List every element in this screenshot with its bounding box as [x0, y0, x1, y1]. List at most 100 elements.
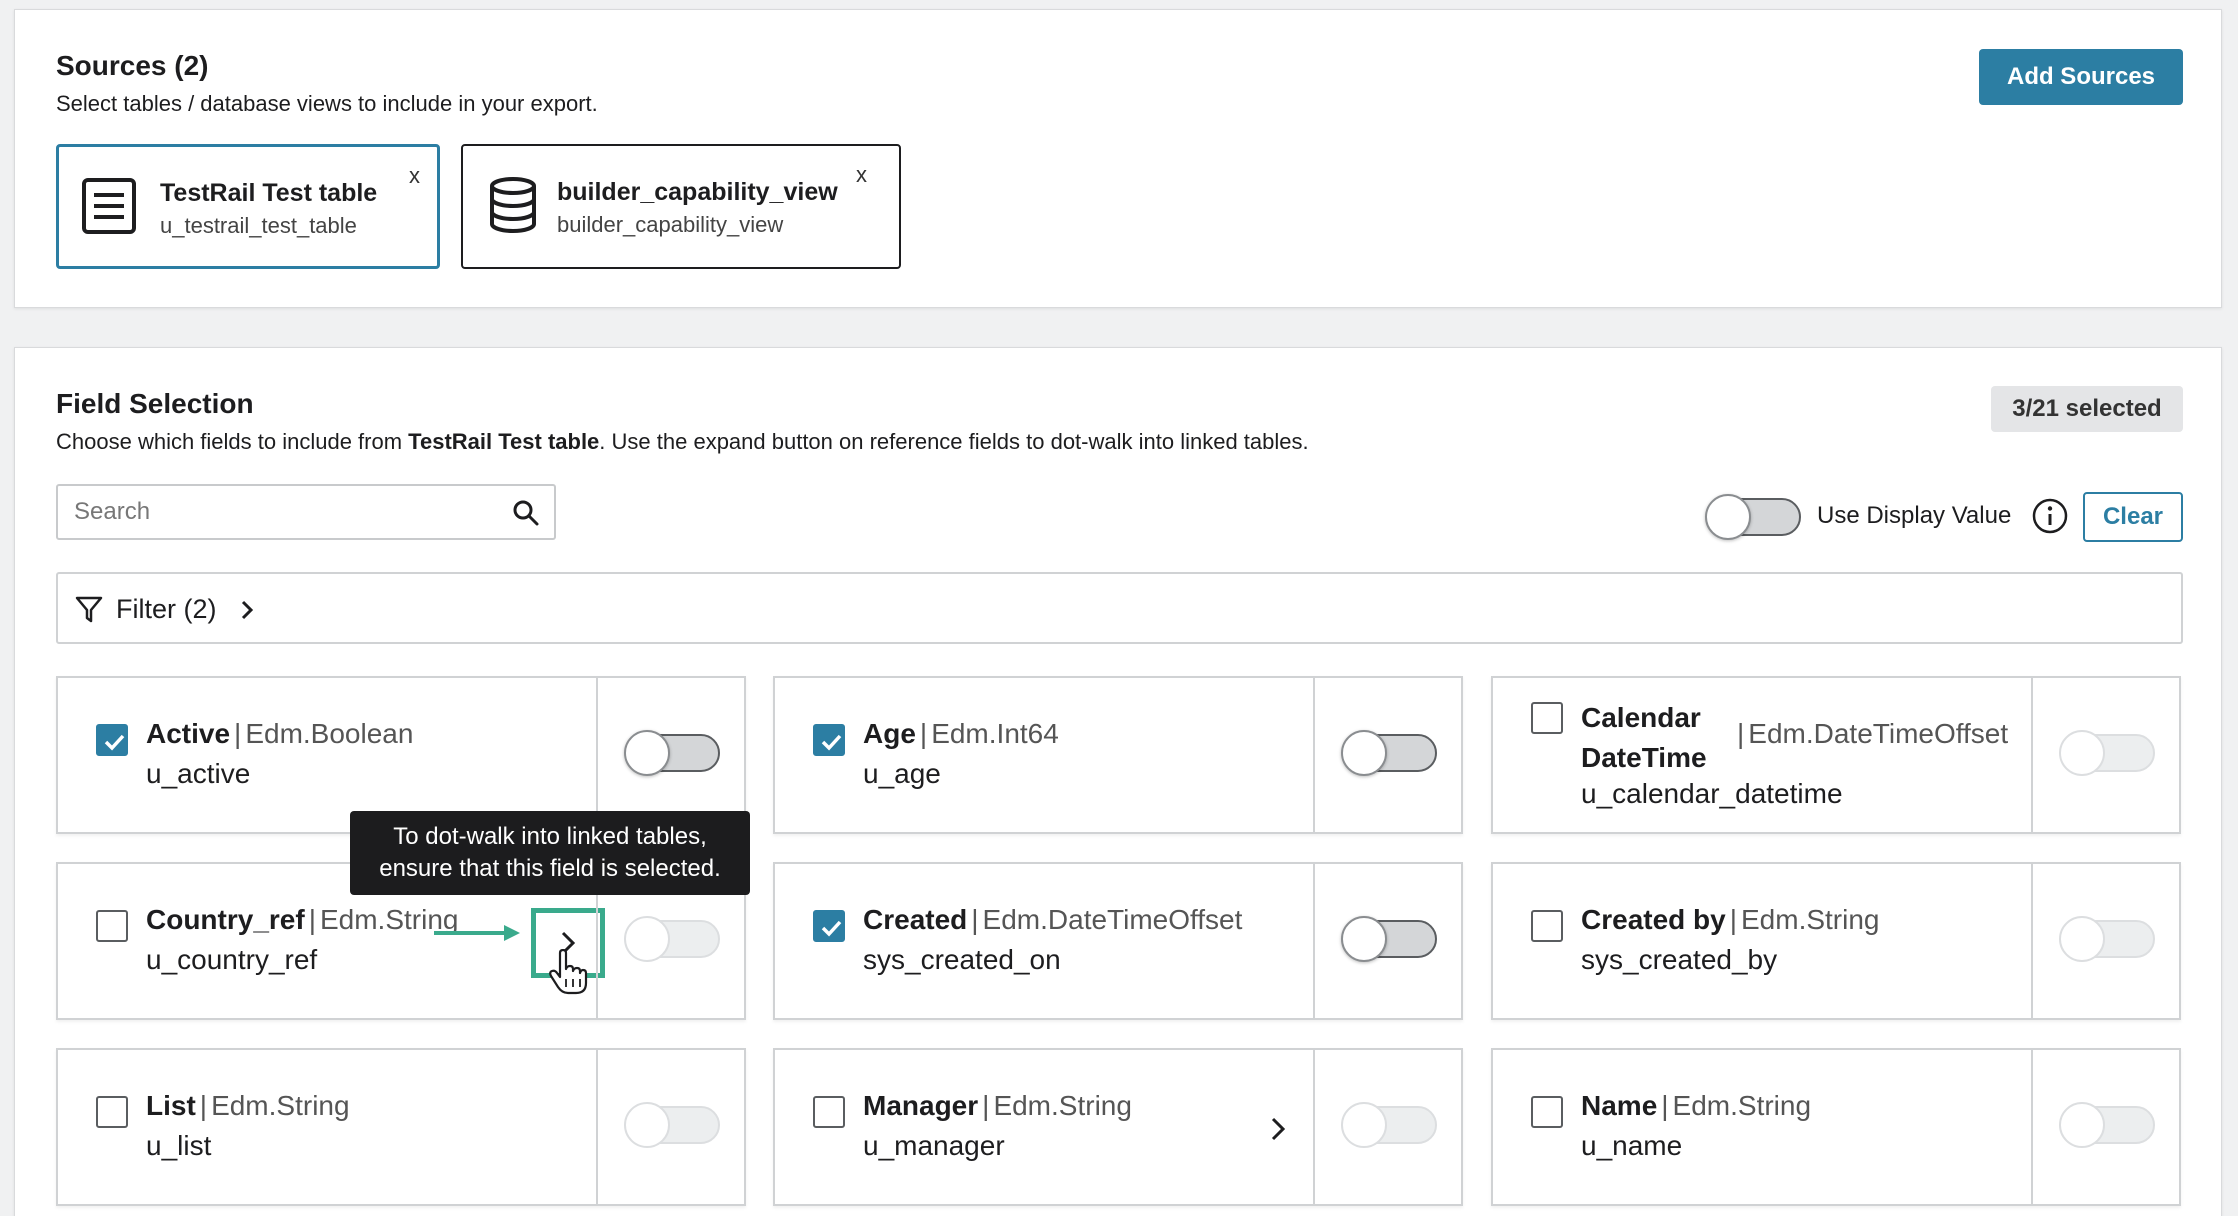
- field-checkbox[interactable]: [1531, 910, 1563, 942]
- filter-icon: [75, 596, 103, 623]
- clear-button[interactable]: Clear: [2083, 492, 2183, 542]
- field-label: List: [146, 1090, 196, 1121]
- field-card-list: List | Edm.String u_list: [56, 1048, 746, 1206]
- field-type: Edm.Boolean: [245, 718, 414, 749]
- field-name: u_calendar_datetime: [1581, 778, 1843, 809]
- toggle-knob: [624, 730, 670, 776]
- toggle-knob: [1705, 494, 1751, 540]
- field-checkbox[interactable]: [813, 724, 845, 756]
- source-card-builder[interactable]: builder_capability_view builder_capabili…: [461, 144, 901, 269]
- filter-bar[interactable]: Filter (2): [56, 572, 2183, 644]
- search-box: [56, 484, 556, 540]
- card-divider: [2031, 678, 2033, 832]
- field-checkbox[interactable]: [96, 1096, 128, 1128]
- field-name: sys_created_by: [1581, 944, 1778, 975]
- display-value-toggle[interactable]: [624, 730, 720, 776]
- field-label: Created: [863, 904, 968, 935]
- field-checkbox[interactable]: [96, 910, 128, 942]
- card-divider: [1313, 678, 1315, 832]
- field-name: u_country_ref: [146, 944, 318, 975]
- field-label: Name: [1581, 1090, 1658, 1121]
- field-type: Edm.DateTimeOffset: [982, 904, 1243, 935]
- toggle-knob: [1341, 730, 1387, 776]
- card-divider: [1313, 1050, 1315, 1204]
- source-name: TestRail Test table: [160, 179, 378, 207]
- field-label: Active: [146, 718, 231, 749]
- database-icon: [490, 177, 536, 233]
- field-card-created-by: Created by | Edm.String sys_created_by: [1491, 862, 2181, 1020]
- field-title: Active | Edm.Boolean: [146, 718, 413, 750]
- display-value-toggle[interactable]: [1341, 1102, 1437, 1148]
- field-name: u_active: [146, 758, 251, 789]
- source-table-name: builder_capability_view: [557, 212, 784, 237]
- dot-walk-tooltip: To dot-walk into linked tables, ensure t…: [350, 811, 750, 895]
- field-checkbox[interactable]: [96, 724, 128, 756]
- toggle-knob: [2059, 730, 2105, 776]
- remove-source-button[interactable]: x: [409, 163, 420, 189]
- field-checkbox[interactable]: [813, 1096, 845, 1128]
- field-label: Created by: [1581, 904, 1726, 935]
- field-type: Edm.Int64: [931, 718, 1059, 749]
- toggle-knob: [1341, 916, 1387, 962]
- field-name: sys_created_on: [863, 944, 1061, 975]
- field-card-created: Created | Edm.DateTimeOffset sys_created_o…: [773, 862, 1463, 1020]
- field-selection-panel: Field Selection Choose which fields to i…: [14, 347, 2222, 1216]
- description-text: . Use the expand button on reference fie…: [599, 429, 1309, 454]
- card-divider: [596, 1050, 598, 1204]
- use-display-value-label: Use Display Value: [1817, 502, 2012, 529]
- field-type-wrap: | Edm.DateTimeOffset: [1733, 718, 2008, 750]
- field-name: u_manager: [863, 1130, 1005, 1161]
- tooltip-line: ensure that this field is selected.: [379, 855, 721, 882]
- display-value-toggle[interactable]: [2059, 916, 2155, 962]
- display-value-toggle[interactable]: [2059, 1102, 2155, 1148]
- field-card-calendar-datetime: Calendar DateTime | Edm.DateTimeOffset u_…: [1491, 676, 2181, 834]
- field-checkbox[interactable]: [813, 910, 845, 942]
- display-value-toggle[interactable]: [624, 1102, 720, 1148]
- field-card-manager: Manager | Edm.String u_manager: [773, 1048, 1463, 1206]
- field-label: Manager: [863, 1090, 979, 1121]
- field-checkbox[interactable]: [1531, 1096, 1563, 1128]
- table-icon: [82, 178, 136, 234]
- field-label: Age: [863, 718, 916, 749]
- field-name: u_age: [863, 758, 941, 789]
- info-icon[interactable]: [2031, 497, 2069, 535]
- field-name: u_name: [1581, 1130, 1683, 1161]
- toggle-knob: [2059, 916, 2105, 962]
- remove-source-button[interactable]: x: [856, 162, 867, 188]
- field-label: Country_ref: [146, 904, 305, 935]
- field-title: Country_ref | Edm.String: [146, 904, 458, 936]
- toggle-knob: [1341, 1102, 1387, 1148]
- search-input[interactable]: [74, 498, 504, 526]
- field-label: Calendar DateTime: [1581, 698, 1707, 778]
- use-display-value-toggle[interactable]: [1705, 494, 1801, 540]
- display-value-toggle[interactable]: [624, 916, 720, 962]
- toggle-knob: [624, 1102, 670, 1148]
- field-selection-title: Field Selection: [56, 388, 254, 419]
- field-type: Edm.DateTimeOffset: [1748, 718, 2009, 749]
- field-separator: |: [971, 904, 979, 935]
- field-checkbox[interactable]: [1531, 702, 1563, 734]
- display-value-toggle[interactable]: [1341, 916, 1437, 962]
- check-icon: [821, 734, 842, 751]
- field-separator: |: [982, 1090, 990, 1121]
- field-title: Name | Edm.String: [1581, 1090, 1811, 1122]
- field-title: Manager | Edm.String: [863, 1090, 1132, 1122]
- chevron-right-icon: [241, 600, 254, 620]
- field-separator: |: [308, 904, 316, 935]
- field-label-line: DateTime: [1581, 742, 1707, 773]
- toggle-knob: [2059, 1102, 2105, 1148]
- expand-chevron-icon[interactable]: [1267, 1114, 1289, 1144]
- add-sources-button[interactable]: Add Sources: [1979, 49, 2183, 105]
- check-icon: [821, 920, 842, 937]
- display-value-toggle[interactable]: [2059, 730, 2155, 776]
- field-separator: |: [1729, 904, 1737, 935]
- source-card-testrail[interactable]: TestRail Test table u_testrail_test_tabl…: [56, 144, 440, 269]
- toggle-knob: [624, 916, 670, 962]
- hand-cursor-icon: [549, 949, 588, 995]
- field-card-name: Name | Edm.String u_name: [1491, 1048, 2181, 1206]
- selected-count-badge: 3/21 selected: [1991, 386, 2183, 432]
- field-separator: |: [1737, 718, 1745, 749]
- search-icon[interactable]: [512, 499, 540, 527]
- field-type: Edm.String: [1672, 1090, 1812, 1121]
- display-value-toggle[interactable]: [1341, 730, 1437, 776]
